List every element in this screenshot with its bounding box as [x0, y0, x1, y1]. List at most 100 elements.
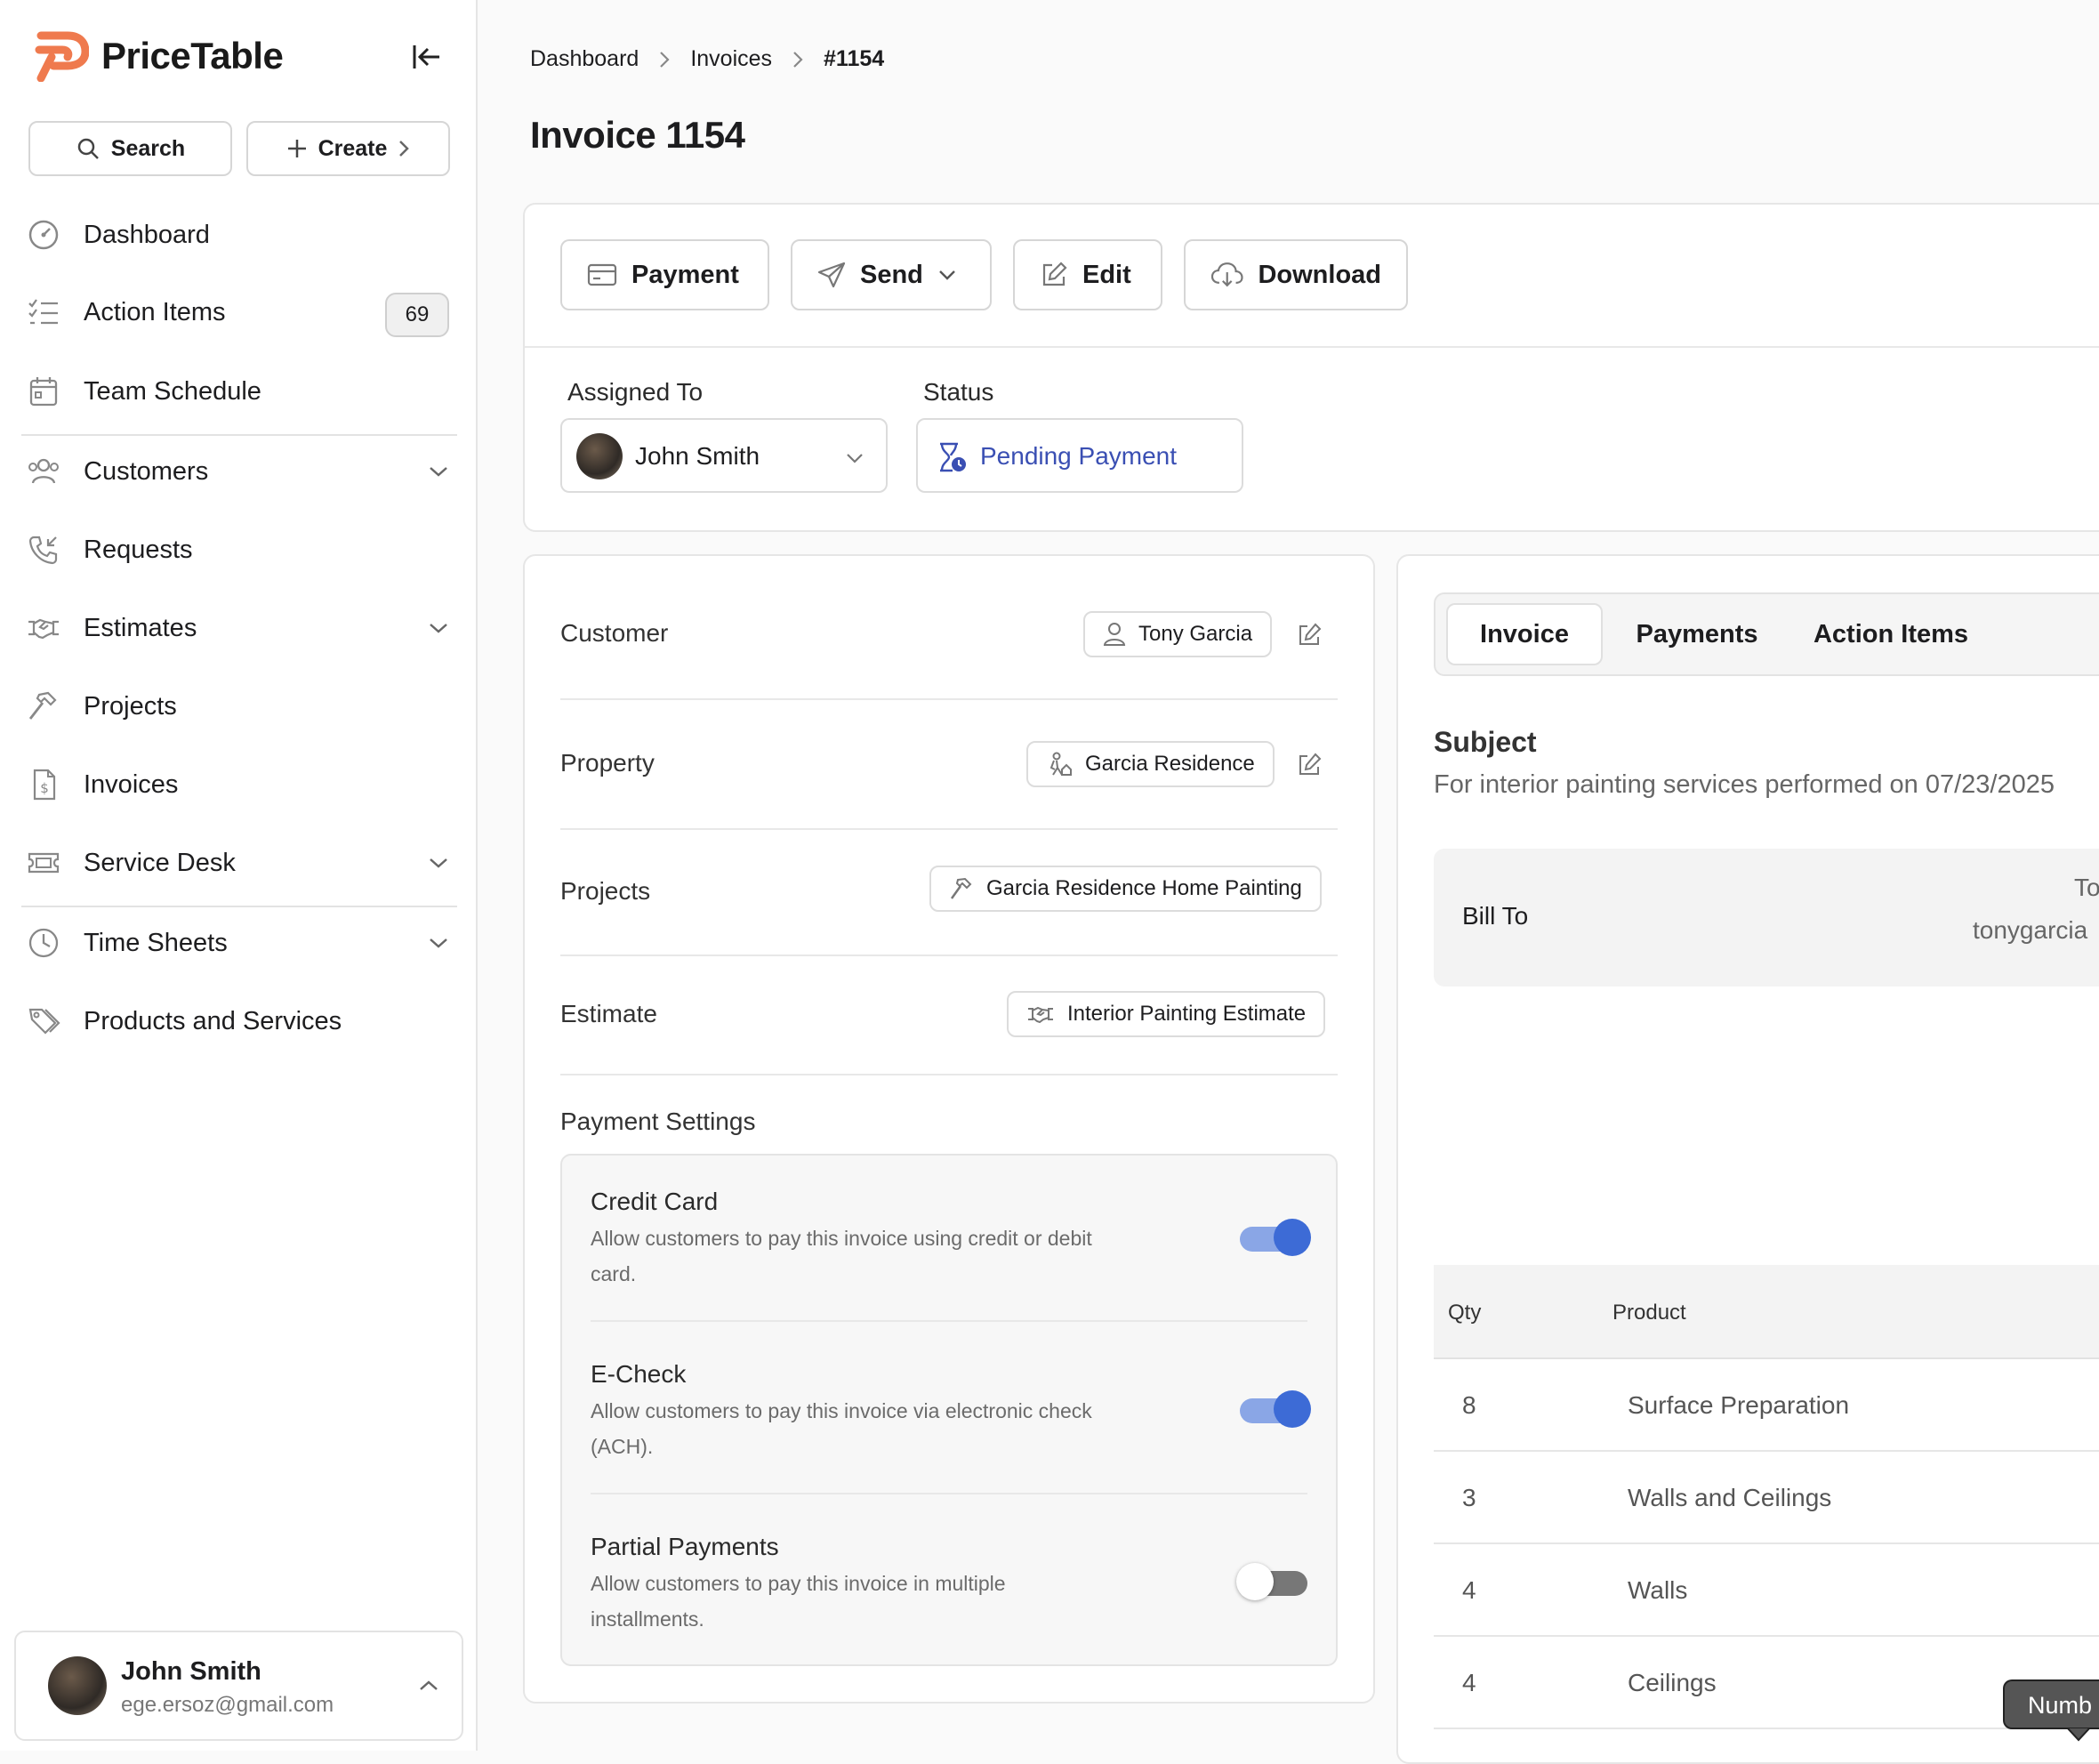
sidebar-item-label: Invoices	[84, 769, 179, 799]
user-name: John Smith	[121, 1657, 261, 1686]
divider	[560, 1074, 1338, 1075]
calendar-icon	[29, 377, 58, 407]
sidebar-item-time-sheets[interactable]: Time Sheets	[27, 912, 449, 974]
create-button[interactable]: Create	[246, 121, 450, 176]
table-row[interactable]: 8 Surface Preparation	[1434, 1359, 2099, 1452]
download-button[interactable]: Download	[1184, 239, 1408, 310]
collapse-left-icon	[413, 45, 439, 68]
sidebar-item-label: Service Desk	[84, 848, 236, 877]
sidebar-item-projects[interactable]: Projects	[27, 675, 449, 737]
search-icon	[77, 138, 99, 159]
chevron-right-icon	[399, 141, 410, 157]
partial-payments-setting-desc: Allow customers to pay this invoice in m…	[591, 1572, 1006, 1631]
row-qty: 4	[1462, 1669, 1476, 1696]
status-value: Pending Payment	[980, 442, 1178, 470]
customer-value: Tony Garcia	[1138, 622, 1253, 646]
phone-incoming-icon	[28, 536, 58, 565]
status-select[interactable]: Pending Payment	[916, 418, 1243, 493]
subject-label: Subject	[1434, 726, 1537, 758]
breadcrumb-invoices[interactable]: Invoices	[690, 46, 772, 72]
sidebar-item-action-items[interactable]: Action Items 69	[27, 281, 449, 343]
sidebar-item-products-and-services[interactable]: Products and Services	[27, 990, 449, 1052]
sidebar-item-estimates[interactable]: Estimates	[27, 597, 449, 659]
customer-chip[interactable]: Tony Garcia	[1083, 611, 1273, 657]
property-chip[interactable]: Garcia Residence	[1026, 741, 1275, 787]
estimate-value: Interior Painting Estimate	[1067, 1002, 1307, 1026]
divider	[525, 346, 2099, 348]
edit-property-icon[interactable]	[1297, 753, 1322, 777]
breadcrumb-dashboard[interactable]: Dashboard	[530, 46, 639, 72]
sidebar-item-team-schedule[interactable]: Team Schedule	[27, 360, 449, 423]
chevron-right-icon	[660, 51, 670, 68]
column-header-product: Product	[1612, 1301, 1686, 1325]
row-product: Walls	[1628, 1576, 1688, 1604]
users-icon	[28, 458, 59, 484]
chevron-down-icon	[847, 454, 863, 463]
estimate-label: Estimate	[560, 1000, 657, 1027]
sidebar-item-dashboard[interactable]: Dashboard	[27, 204, 449, 266]
sidebar-item-label: Customers	[84, 456, 209, 486]
chevron-down-icon	[430, 858, 447, 868]
status-label: Status	[923, 378, 994, 406]
chevron-up-icon	[420, 1680, 438, 1690]
column-header-qty: Qty	[1448, 1301, 1482, 1325]
payment-button[interactable]: Payment	[560, 239, 769, 310]
edit-customer-icon[interactable]	[1297, 623, 1322, 648]
credit-card-icon	[587, 263, 617, 286]
brand-logo[interactable]: PriceTable	[32, 30, 284, 82]
property-house-icon	[1050, 752, 1072, 776]
tab-action-items[interactable]: Action Items	[1791, 603, 1990, 665]
send-button[interactable]: Send	[791, 239, 992, 310]
pricetable-logo-icon	[35, 31, 89, 82]
tab-invoice[interactable]: Invoice	[1446, 603, 1603, 665]
user-account-menu[interactable]: John Smith ege.ersoz@gmail.com	[14, 1631, 463, 1741]
project-value: Garcia Residence Home Painting	[986, 876, 1302, 900]
estimate-chip[interactable]: Interior Painting Estimate	[1007, 991, 1326, 1037]
edit-button[interactable]: Edit	[1013, 239, 1162, 310]
echeck-setting-title: E-Check	[591, 1360, 687, 1388]
echeck-toggle[interactable]	[1240, 1390, 1311, 1428]
ticket-icon	[28, 852, 60, 874]
credit-card-toggle[interactable]	[1240, 1219, 1311, 1256]
divider	[560, 954, 1338, 956]
divider	[560, 698, 1338, 700]
download-button-label: Download	[1258, 260, 1381, 289]
table-row[interactable]: 4 Walls	[1434, 1544, 2099, 1637]
edit-button-label: Edit	[1082, 260, 1131, 289]
sidebar-item-invoices[interactable]: $ Invoices	[27, 753, 449, 816]
sidebar-item-label: Projects	[84, 691, 177, 721]
property-label: Property	[560, 749, 655, 777]
sidebar-item-service-desk[interactable]: Service Desk	[27, 832, 449, 894]
avatar	[48, 1656, 107, 1715]
assigned-to-value: John Smith	[635, 442, 760, 470]
sidebar-item-customers[interactable]: Customers	[27, 440, 449, 503]
page-title: Invoice 1154	[530, 114, 745, 156]
hammer-icon	[28, 691, 57, 720]
edit-pencil-icon	[1042, 262, 1067, 286]
assigned-to-select[interactable]: John Smith	[560, 418, 888, 493]
table-row[interactable]: 4 Ceilings	[1434, 1637, 2099, 1729]
send-paper-plane-icon	[817, 262, 846, 288]
row-product: Walls and Ceilings	[1628, 1484, 1832, 1511]
breadcrumb-current: #1154	[824, 46, 885, 71]
toggle-knob	[1274, 1219, 1311, 1256]
action-items-count-badge: 69	[385, 293, 449, 337]
project-chip[interactable]: Garcia Residence Home Painting	[929, 866, 1322, 912]
sidebar-item-requests[interactable]: Requests	[27, 519, 449, 581]
partial-payments-toggle[interactable]	[1236, 1563, 1307, 1600]
divider	[560, 828, 1338, 830]
bill-to-label: Bill To	[1462, 902, 1529, 930]
tags-icon	[28, 1008, 60, 1035]
bill-to-email: tonygarcia	[1973, 916, 2088, 944]
hourglass-clock-icon	[940, 442, 966, 472]
hammer-icon	[950, 877, 972, 899]
table-row[interactable]: 3 Walls and Ceilings	[1434, 1452, 2099, 1544]
chevron-down-icon	[430, 938, 447, 948]
row-product: Surface Preparation	[1628, 1391, 1850, 1419]
tab-payments[interactable]: Payments	[1613, 603, 1781, 665]
tooltip-pointer-icon	[2067, 1728, 2090, 1742]
toggle-knob	[1236, 1563, 1274, 1600]
chevron-down-icon	[939, 270, 955, 280]
search-button[interactable]: Search	[28, 121, 232, 176]
collapse-sidebar-button[interactable]	[411, 42, 441, 72]
